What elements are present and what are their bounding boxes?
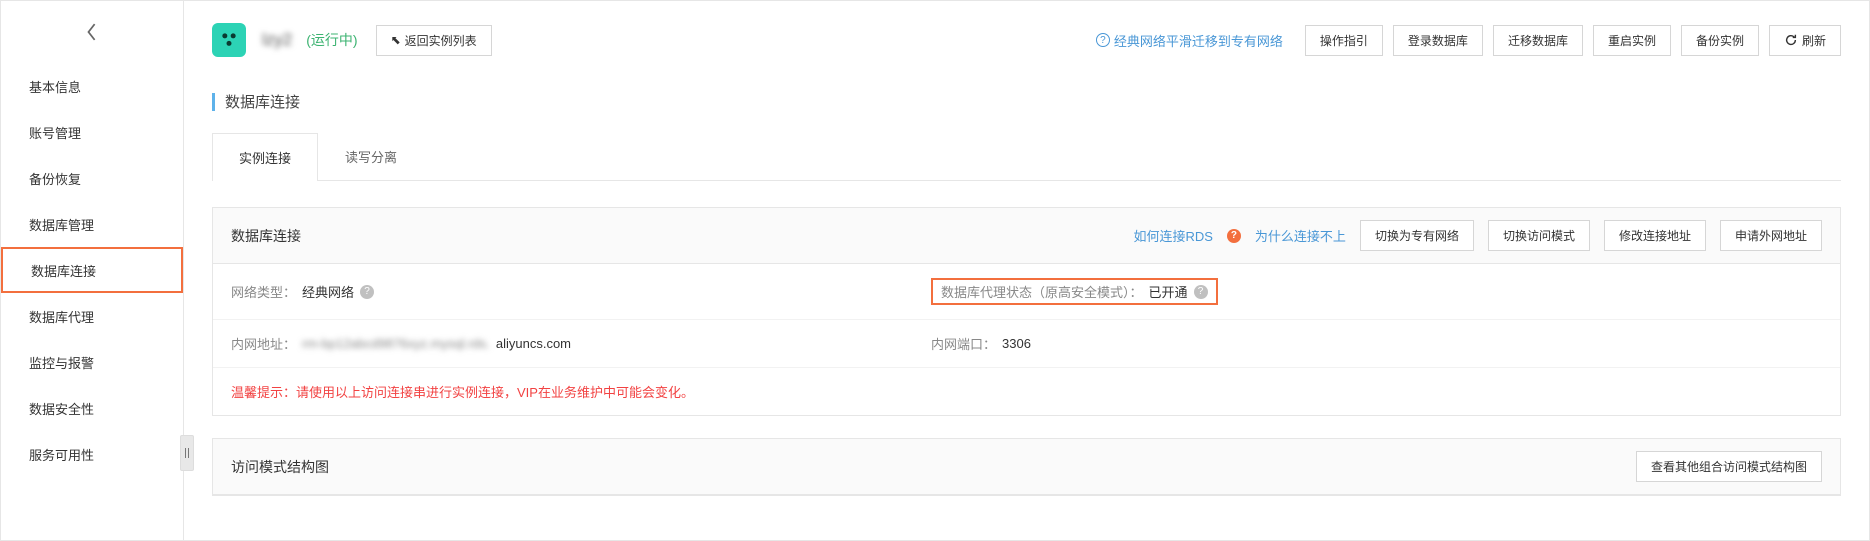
tab-rw-split[interactable]: 读写分离 xyxy=(318,132,424,180)
switch-vpc-button[interactable]: 切换为专有网络 xyxy=(1360,220,1474,251)
intranet-port-value: 3306 xyxy=(1002,336,1031,351)
edit-addr-button[interactable]: 修改连接地址 xyxy=(1604,220,1706,251)
help-icon[interactable]: ? xyxy=(1194,285,1208,299)
sidebar-item-availability[interactable]: 服务可用性 xyxy=(1,431,183,477)
sidebar-collapse-handle[interactable] xyxy=(180,435,194,471)
tab-label: 实例连接 xyxy=(239,151,291,166)
chevron-left-icon xyxy=(85,21,99,43)
intranet-addr-prefix: rm-bp12abcd9876xyz.mysql.rds. xyxy=(302,336,490,351)
sidebar-item-label: 账号管理 xyxy=(29,123,81,142)
tab-label: 读写分离 xyxy=(345,150,397,165)
button-label: 登录数据库 xyxy=(1408,32,1468,49)
intranet-addr-label: 内网地址： xyxy=(231,334,296,353)
sidebar-item-label: 数据库连接 xyxy=(31,261,96,280)
sidebar-item-label: 数据库管理 xyxy=(29,215,94,234)
section-title: 数据库连接 xyxy=(184,75,1869,132)
topbar: lzy2 (运行中) ⬉ 返回实例列表 ? 经典网络平滑迁移到专有网络 操作指引… xyxy=(184,1,1869,75)
backup-button[interactable]: 备份实例 xyxy=(1681,25,1759,56)
sidebar-item-basic[interactable]: 基本信息 xyxy=(1,63,183,109)
intranet-addr-suffix: aliyuncs.com xyxy=(496,336,571,351)
net-type-value: 经典网络 xyxy=(302,282,354,301)
section-title-text: 数据库连接 xyxy=(225,91,300,112)
sidebar-item-label: 数据安全性 xyxy=(29,399,94,418)
sidebar-item-dbproxy[interactable]: 数据库代理 xyxy=(1,293,183,339)
warning-text: 温馨提示：请使用以上访问连接串进行实例连接，VIP在业务维护中可能会变化。 xyxy=(213,368,1840,415)
return-icon: ⬉ xyxy=(391,33,401,47)
migrate-db-button[interactable]: 迁移数据库 xyxy=(1493,25,1583,56)
button-label: 查看其他组合访问模式结构图 xyxy=(1651,458,1807,475)
proxy-status-value: 已开通 xyxy=(1149,282,1188,301)
refresh-icon xyxy=(1784,33,1798,47)
button-label: 切换为专有网络 xyxy=(1375,227,1459,244)
product-icon xyxy=(212,23,246,57)
help-icon[interactable]: ? xyxy=(360,285,374,299)
net-type-label: 网络类型： xyxy=(231,282,296,301)
collapse-icon xyxy=(183,446,191,460)
sidebar-item-security[interactable]: 数据安全性 xyxy=(1,385,183,431)
why-fail-link[interactable]: 为什么连接不上 xyxy=(1255,226,1346,245)
button-label: 迁移数据库 xyxy=(1508,32,1568,49)
sidebar-item-dbconn[interactable]: 数据库连接 xyxy=(1,247,183,293)
button-label: 操作指引 xyxy=(1320,32,1368,49)
proxy-status-label: 数据库代理状态（原高安全模式）： xyxy=(941,282,1143,301)
instance-status: (运行中) xyxy=(306,30,357,50)
apply-public-button[interactable]: 申请外网地址 xyxy=(1720,220,1822,251)
help-icon: ? xyxy=(1096,33,1110,47)
db-connection-panel: 数据库连接 如何连接RDS ? 为什么连接不上 切换为专有网络 切换访问模式 修… xyxy=(212,207,1841,416)
sidebar-item-label: 监控与报警 xyxy=(29,353,94,372)
switch-mode-button[interactable]: 切换访问模式 xyxy=(1488,220,1590,251)
network-row: 网络类型： 经典网络 ? 数据库代理状态（原高安全模式）： 已开通 ? xyxy=(213,264,1840,320)
sidebar-item-label: 备份恢复 xyxy=(29,169,81,188)
button-label: 返回实例列表 xyxy=(405,32,477,49)
tabs: 实例连接 读写分离 xyxy=(212,132,1841,181)
login-db-button[interactable]: 登录数据库 xyxy=(1393,25,1483,56)
intranet-port-label: 内网端口： xyxy=(931,334,996,353)
button-label: 修改连接地址 xyxy=(1619,227,1691,244)
sidebar-item-backup[interactable]: 备份恢复 xyxy=(1,155,183,201)
return-list-button[interactable]: ⬉ 返回实例列表 xyxy=(376,25,492,56)
link-label: 经典网络平滑迁移到专有网络 xyxy=(1114,31,1283,50)
tab-instance-conn[interactable]: 实例连接 xyxy=(212,133,318,181)
sidebar-item-dbmgmt[interactable]: 数据库管理 xyxy=(1,201,183,247)
restart-button[interactable]: 重启实例 xyxy=(1593,25,1671,56)
guide-button[interactable]: 操作指引 xyxy=(1305,25,1383,56)
panel-title: 访问模式结构图 xyxy=(231,457,329,477)
access-mode-panel: 访问模式结构图 查看其他组合访问模式结构图 xyxy=(212,438,1841,496)
sidebar-item-monitor[interactable]: 监控与报警 xyxy=(1,339,183,385)
sidebar-item-label: 数据库代理 xyxy=(29,307,94,326)
panel-header: 访问模式结构图 查看其他组合访问模式结构图 xyxy=(213,439,1840,495)
main: lzy2 (运行中) ⬉ 返回实例列表 ? 经典网络平滑迁移到专有网络 操作指引… xyxy=(184,1,1869,540)
back-button[interactable] xyxy=(1,1,183,63)
button-label: 重启实例 xyxy=(1608,32,1656,49)
button-label: 申请外网地址 xyxy=(1735,227,1807,244)
button-label: 切换访问模式 xyxy=(1503,227,1575,244)
sidebar-item-accounts[interactable]: 账号管理 xyxy=(1,109,183,155)
panel-title: 数据库连接 xyxy=(231,226,301,246)
button-label: 备份实例 xyxy=(1696,32,1744,49)
how-connect-link[interactable]: 如何连接RDS xyxy=(1133,226,1212,245)
proxy-status-highlight: 数据库代理状态（原高安全模式）： 已开通 ? xyxy=(931,278,1218,305)
migrate-vpc-link[interactable]: ? 经典网络平滑迁移到专有网络 xyxy=(1096,31,1283,50)
sidebar: 基本信息 账号管理 备份恢复 数据库管理 数据库连接 数据库代理 监控与报警 数… xyxy=(1,1,184,540)
address-row: 内网地址： rm-bp12abcd9876xyz.mysql.rds. aliyu… xyxy=(213,320,1840,368)
instance-name: lzy2 xyxy=(262,30,292,50)
panel-header: 数据库连接 如何连接RDS ? 为什么连接不上 切换为专有网络 切换访问模式 修… xyxy=(213,208,1840,264)
sidebar-item-label: 服务可用性 xyxy=(29,445,94,464)
warning-icon: ? xyxy=(1227,229,1241,243)
view-other-diagram-button[interactable]: 查看其他组合访问模式结构图 xyxy=(1636,451,1822,482)
refresh-button[interactable]: 刷新 xyxy=(1769,25,1841,56)
button-label: 刷新 xyxy=(1802,32,1826,49)
sidebar-item-label: 基本信息 xyxy=(29,77,81,96)
